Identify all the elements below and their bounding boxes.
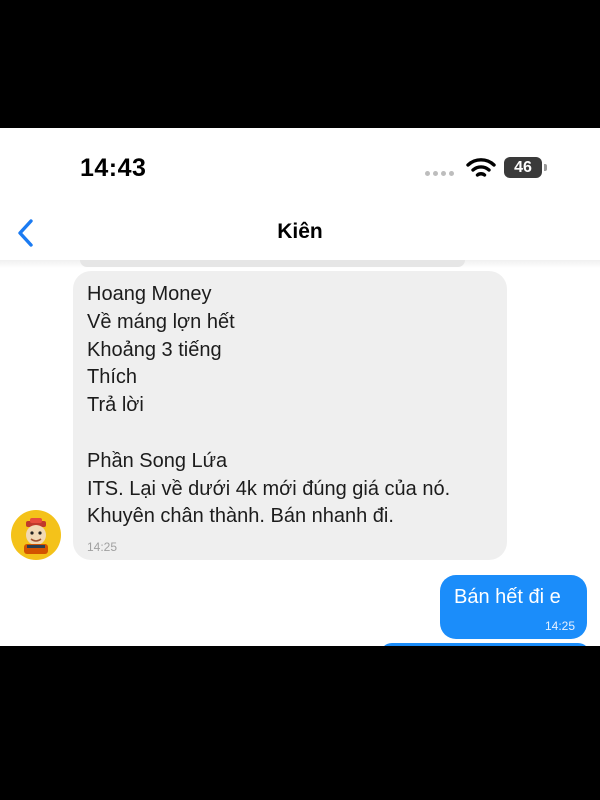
signal-dots-icon — [425, 171, 454, 176]
incoming-message-bubble[interactable]: Hoang Money Về máng lợn hết Khoảng 3 tiế… — [73, 271, 507, 560]
chat-screen: 14:43 46 Kiên Hoang Money Về máng lợn hế… — [0, 128, 600, 646]
outgoing-message-text: Bán hết đi e — [454, 586, 561, 608]
previous-message-edge — [80, 260, 465, 267]
conversation-title[interactable]: Kiên — [0, 220, 600, 244]
wifi-icon — [466, 158, 496, 177]
battery-icon: 46 — [504, 157, 542, 178]
status-time: 14:43 — [80, 154, 147, 182]
incoming-message-text: Hoang Money Về máng lợn hết Khoảng 3 tiế… — [87, 283, 451, 528]
outgoing-message-bubble[interactable]: Bán hết đi e 14:25 — [440, 575, 587, 639]
next-outgoing-bubble-edge — [380, 643, 590, 646]
outgoing-message-time: 14:25 — [544, 619, 575, 633]
incoming-message-time: 14:25 — [87, 540, 118, 554]
battery-cap — [544, 164, 547, 171]
avatar[interactable] — [11, 510, 61, 560]
avatar-character-icon — [24, 518, 48, 554]
